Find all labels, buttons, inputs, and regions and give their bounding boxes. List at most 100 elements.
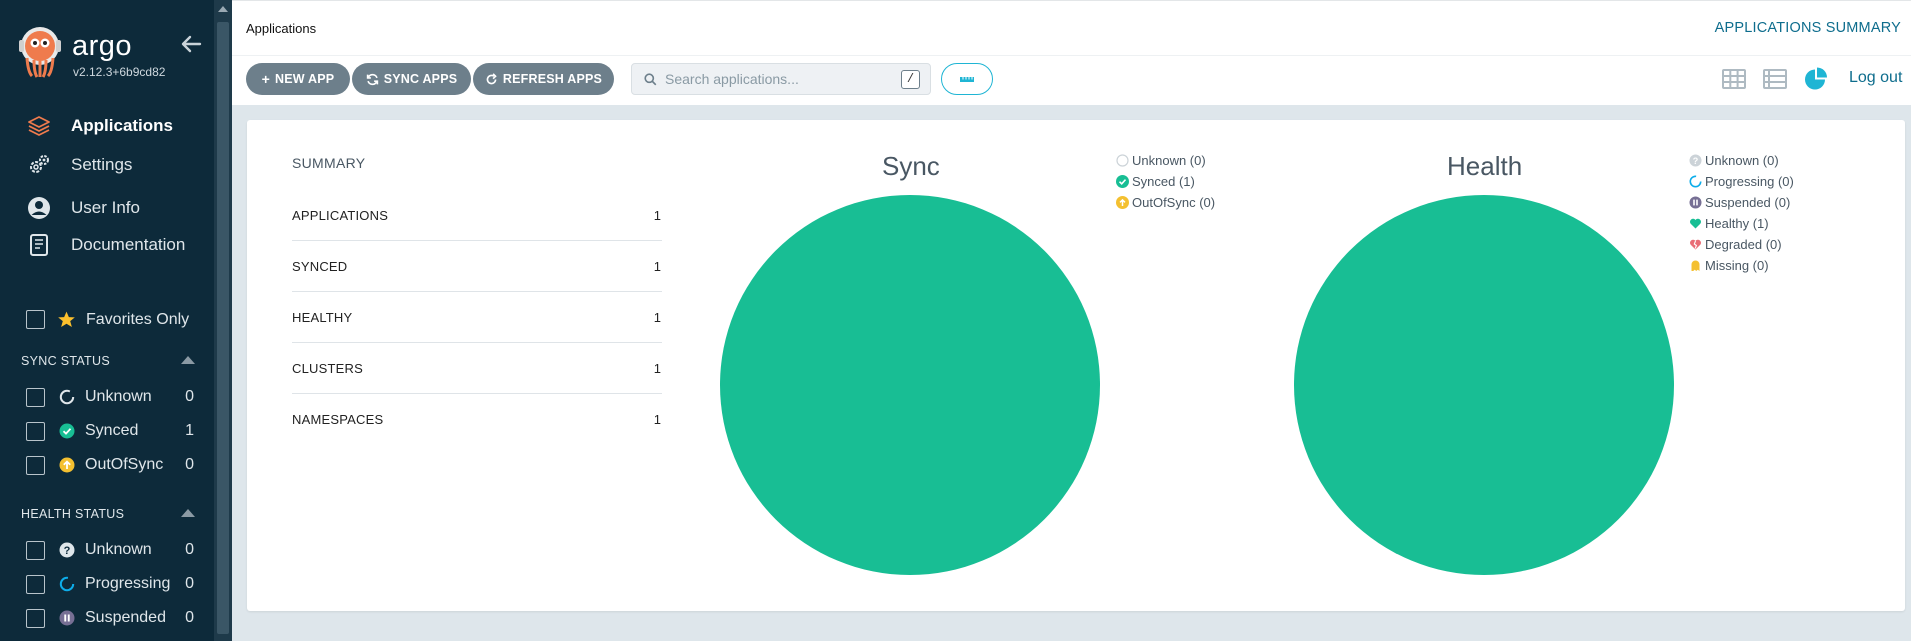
button-label: NEW APP (275, 72, 335, 86)
legend-label: Unknown (0) (1132, 153, 1206, 168)
brand-name: argo (72, 30, 133, 62)
nav-user-info[interactable]: User Info (26, 194, 140, 222)
nav-documentation[interactable]: Documentation (26, 231, 185, 259)
pause-circle-icon (59, 610, 75, 626)
nav-settings[interactable]: Settings (26, 151, 132, 179)
filter-name: Unknown (85, 541, 152, 558)
summary-row: SYNCED 1 (292, 241, 662, 292)
caret-up-icon[interactable] (181, 356, 195, 364)
filter-health-suspended[interactable]: Suspended 0 (26, 607, 194, 629)
legend-label: Degraded (0) (1705, 237, 1782, 252)
legend-item: Progressing (0) (1689, 171, 1794, 192)
filter-checkbox[interactable] (26, 455, 45, 475)
logout-link[interactable]: Log out (1849, 69, 1902, 87)
legend-item: Degraded (0) (1689, 234, 1794, 255)
list-view-icon[interactable] (1762, 67, 1788, 91)
summary-key: NAMESPACES (292, 412, 384, 427)
pie-slice-healthy (1294, 195, 1674, 575)
favorites-label: Favorites Only (86, 310, 190, 328)
legend-item: Synced (1) (1116, 171, 1215, 192)
filter-checkbox[interactable] (26, 421, 45, 441)
scroll-up-arrow-icon[interactable] (218, 6, 228, 12)
filter-name: Synced (85, 422, 139, 439)
tiles-view-icon[interactable] (1721, 67, 1747, 91)
filter-checkbox[interactable] (26, 574, 45, 594)
filter-sync-unknown[interactable]: Unknown 0 (26, 386, 194, 408)
favorites-checkbox[interactable] (26, 310, 45, 329)
pie-chart-view-icon[interactable] (1803, 67, 1829, 91)
summary-key: HEALTHY (292, 309, 353, 325)
nav-applications[interactable]: Applications (26, 112, 173, 140)
pie-slice-synced (720, 195, 1100, 575)
filters-toggle-button[interactable] (941, 63, 993, 95)
arrow-up-circle-icon (59, 457, 75, 473)
button-label: SYNC APPS (383, 72, 458, 86)
svg-text:?: ? (64, 545, 71, 557)
broken-heart-icon (1690, 239, 1701, 250)
filter-health-unknown[interactable]: ? Unknown 0 (26, 539, 194, 561)
legend-label: Unknown (0) (1705, 153, 1779, 168)
user-circle-icon (26, 195, 52, 221)
filter-checkbox[interactable] (26, 387, 45, 407)
collapse-sidebar-arrow-icon[interactable] (180, 34, 202, 54)
refresh-apps-button[interactable]: REFRESH APPS (473, 63, 614, 95)
legend-label: Synced (1) (1132, 174, 1195, 189)
progress-ring-icon (1689, 175, 1702, 188)
search-box[interactable]: / (631, 63, 931, 95)
sidebar-scrollbar[interactable] (214, 0, 232, 641)
sync-icon (366, 73, 378, 85)
scrollbar-thumb[interactable] (217, 22, 229, 634)
filter-count: 0 (185, 609, 194, 626)
summary-heading: SUMMARY (292, 155, 366, 171)
filter-health-progressing[interactable]: Progressing 0 (26, 573, 194, 595)
circle-notch-icon (1116, 154, 1129, 167)
caret-up-icon[interactable] (181, 509, 195, 517)
health-chart-title: Health (1447, 151, 1523, 181)
legend-item: Suspended (0) (1689, 192, 1794, 213)
button-label: REFRESH APPS (502, 72, 603, 86)
summary-value: 1 (653, 360, 661, 376)
pause-circle-icon (1689, 196, 1702, 209)
circle-notch-icon (59, 389, 75, 405)
summary-row: APPLICATIONS 1 (292, 190, 662, 241)
top-bar (232, 5, 1911, 55)
sync-apps-button[interactable]: SYNC APPS (352, 63, 471, 95)
filter-checkbox[interactable] (26, 608, 45, 628)
legend-item: Missing (0) (1689, 255, 1794, 276)
filter-sync-outofsync[interactable]: OutOfSync 0 (26, 454, 194, 476)
filter-name: Unknown (85, 388, 152, 405)
check-circle-icon (59, 423, 75, 439)
breadcrumb[interactable]: Applications (246, 21, 316, 36)
legend-label: Missing (0) (1705, 258, 1769, 273)
legend-label: Suspended (0) (1705, 195, 1791, 210)
book-icon (26, 232, 52, 258)
search-shortcut-key: / (901, 70, 920, 89)
legend-label: OutOfSync (0) (1132, 195, 1216, 210)
legend-item: ? Unknown (0) (1689, 150, 1794, 171)
legend-item: OutOfSync (0) (1116, 192, 1215, 213)
filter-name: OutOfSync (85, 456, 164, 473)
sync-chart-title: Sync (882, 151, 940, 181)
search-input[interactable] (665, 71, 885, 87)
filter-count: 0 (185, 541, 194, 558)
heart-icon (1690, 218, 1701, 229)
legend-item: Healthy (1) (1689, 213, 1794, 234)
summary-value: 1 (653, 207, 661, 223)
search-icon (644, 72, 657, 85)
sync-pie-chart (720, 195, 1100, 575)
ghost-icon (1691, 260, 1700, 271)
favorites-only-toggle[interactable]: Favorites Only (26, 310, 189, 329)
sidebar: argo v2.12.3+6b9cd82 Applications Settin… (0, 0, 214, 641)
filter-sync-synced[interactable]: Synced 1 (26, 420, 194, 442)
summary-row: HEALTHY 1 (292, 292, 662, 343)
version-label: v2.12.3+6b9cd82 (73, 65, 166, 79)
ruler-icon (960, 77, 974, 82)
nav-label: Settings (71, 155, 133, 174)
filter-name: Suspended (85, 609, 166, 626)
plus-icon: + (261, 71, 271, 87)
progress-ring-icon (59, 576, 75, 592)
health-status-title: HEALTH STATUS (21, 507, 125, 521)
filter-checkbox[interactable] (26, 540, 45, 560)
gears-icon (26, 152, 52, 178)
new-app-button[interactable]: + NEW APP (246, 63, 350, 95)
